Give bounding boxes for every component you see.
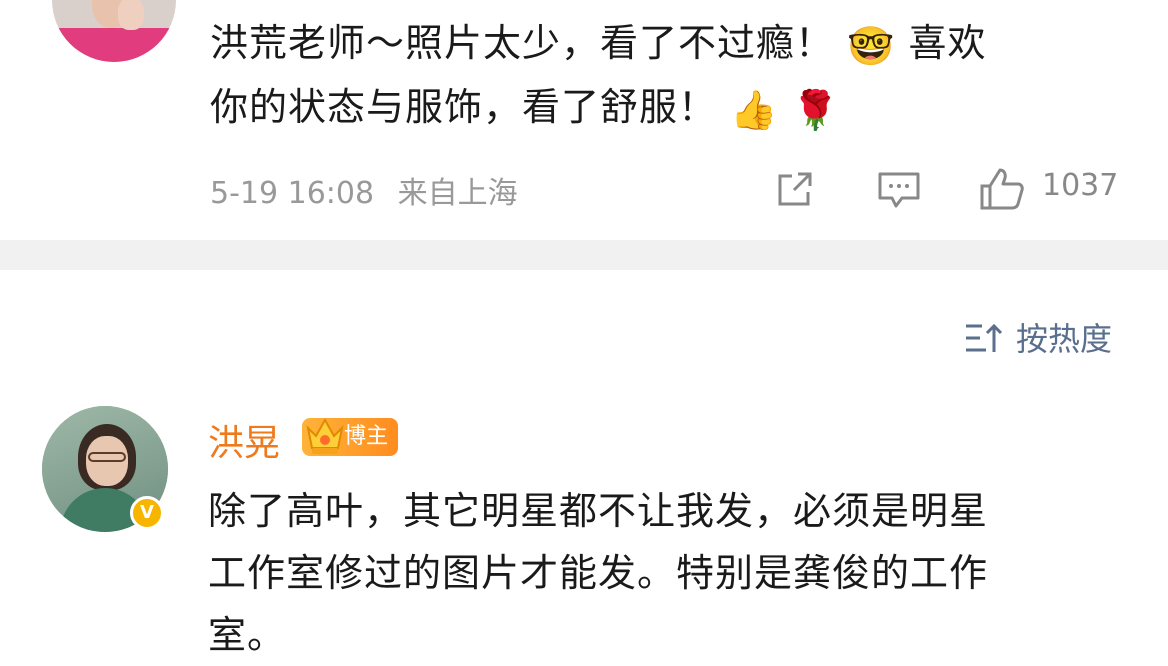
rose-emoji-icon: 🌹 (791, 87, 840, 132)
comment-meta: 5-19 16:08 来自上海 (210, 168, 518, 212)
timestamp: 5-19 16:08 (210, 176, 375, 211)
comment-text: 洪荒老师～照片太少，看了不过瘾！ 🤓 喜欢 (210, 12, 1140, 77)
like-button[interactable]: 1037 (978, 166, 1128, 210)
sort-toggle[interactable]: 按热度 (962, 314, 1128, 358)
share-button[interactable] (774, 168, 816, 210)
share-icon (778, 172, 812, 206)
avatar-hand (118, 0, 144, 30)
section-divider (0, 240, 1168, 270)
username[interactable]: 洪晃 (208, 414, 280, 466)
comment-text-line2: 工作室修过的图片才能发。特别是龚俊的工作 (208, 551, 989, 595)
nerd-emoji-icon: 🤓 (847, 23, 896, 68)
location: 来自上海 (397, 176, 518, 211)
verified-badge: V (130, 496, 164, 530)
comment-text: 除了高叶，其它明星都不让我发，必须是明星 工作室修过的图片才能发。特别是龚俊的工… (208, 480, 1148, 666)
host-badge-label: 博主 (343, 424, 388, 449)
avatar-glasses (88, 452, 126, 462)
avatar-shirt (52, 28, 176, 62)
sort-label: 按热度 (1016, 320, 1113, 358)
comment-text-line1: 洪荒老师～照片太少，看了不过瘾！ (210, 21, 835, 65)
comment-text-line2: 你的状态与服饰，看了舒服！ (210, 85, 718, 129)
like-icon (980, 168, 1024, 210)
comment-text-line1: 除了高叶，其它明星都不让我发，必须是明星 (208, 489, 989, 533)
comment-text-second-line: 你的状态与服饰，看了舒服！ 👍 🌹 (210, 76, 1140, 141)
comment-text-line1-end: 喜欢 (908, 21, 987, 65)
sort-icon (966, 323, 1003, 352)
avatar[interactable] (52, 0, 176, 62)
thumbs-up-emoji-icon: 👍 (730, 87, 779, 132)
reply-button[interactable] (876, 168, 922, 210)
reply-icon (878, 172, 920, 208)
like-count: 1037 (1042, 168, 1119, 203)
comment-text-line3: 室。 (208, 613, 287, 657)
crown-icon (306, 417, 344, 454)
